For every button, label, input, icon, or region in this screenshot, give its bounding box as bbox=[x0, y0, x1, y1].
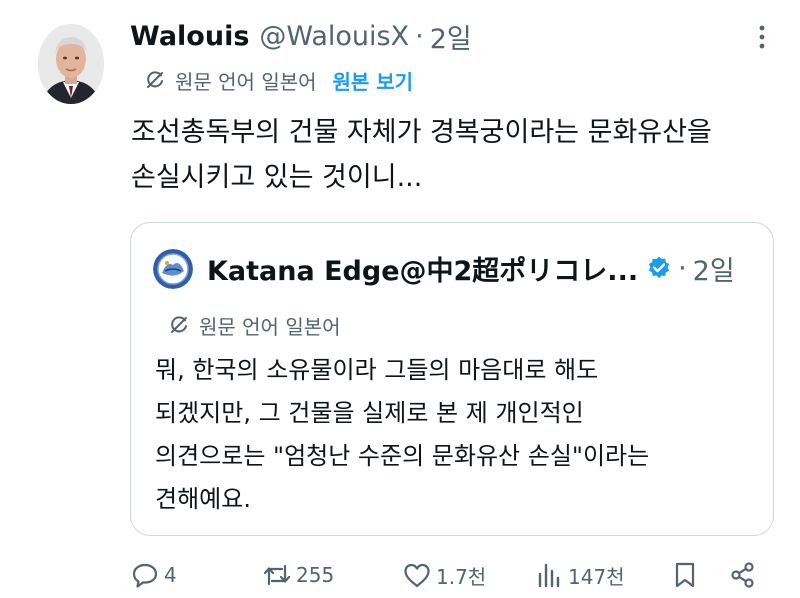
author-handle[interactable]: @WalouisX bbox=[259, 21, 409, 52]
action-bar: 4 255 1.7천 147천 bbox=[130, 556, 770, 594]
quoted-text-line: 되겠지만, 그 건물을 실제로 본 제 개인적인 bbox=[155, 399, 584, 427]
post-time[interactable]: 2일 bbox=[430, 17, 472, 56]
more-options-button[interactable] bbox=[752, 22, 772, 52]
quoted-author-avatar[interactable] bbox=[153, 249, 193, 289]
author-name[interactable]: Walouis bbox=[130, 21, 249, 52]
post-text-line: 조선총독부의 건물 자체가 경복궁이라는 문화유산을 bbox=[131, 117, 712, 148]
tweet: Walouis @WalouisX · 2일 원문 언어 일본어 원본 보기 조… bbox=[0, 0, 800, 598]
quoted-post-text: 뭐, 한국의 소유물이라 그들의 마음대로 해도 되겠지만, 그 건물을 실제로… bbox=[155, 349, 755, 521]
quoted-text-line: 의견으로는 "엄청난 수준의 문화유산 손실"이라는 bbox=[155, 442, 650, 470]
translate-icon bbox=[147, 71, 163, 88]
translation-notice: 원문 언어 일본어 원본 보기 bbox=[143, 62, 413, 98]
quoted-author-name[interactable]: Katana Edge@中2超ポリコレ... bbox=[207, 249, 638, 288]
share-icon bbox=[731, 562, 754, 588]
quoted-header: Katana Edge@中2超ポリコレ... · 2일 bbox=[207, 245, 735, 291]
share-button[interactable] bbox=[728, 556, 762, 594]
more-icon bbox=[759, 25, 765, 49]
views-icon bbox=[538, 563, 560, 588]
quoted-header-separator: · bbox=[678, 252, 687, 284]
quoted-avatar-emblem bbox=[153, 249, 193, 289]
translation-language-label: 원문 언어 일본어 bbox=[175, 69, 317, 94]
bookmark-icon bbox=[675, 562, 695, 588]
author-avatar[interactable] bbox=[38, 24, 104, 104]
reply-count: 4 bbox=[164, 563, 177, 587]
reply-button[interactable]: 4 bbox=[130, 556, 177, 594]
bookmark-button[interactable] bbox=[670, 556, 704, 594]
quoted-text-line: 뭐, 한국의 소유물이라 그들의 마음대로 해도 bbox=[155, 356, 599, 384]
post-text-line: 손실시키고 있는 것이니... bbox=[131, 162, 423, 193]
like-icon bbox=[404, 563, 430, 588]
quoted-post-time[interactable]: 2일 bbox=[693, 249, 735, 288]
repost-count: 255 bbox=[296, 563, 335, 587]
quoted-translation-language-label: 원문 언어 일본어 bbox=[199, 314, 341, 339]
views-count: 147천 bbox=[568, 564, 625, 589]
tweet-header: Walouis @WalouisX · 2일 bbox=[130, 14, 472, 58]
reply-icon bbox=[132, 563, 158, 588]
repost-button[interactable]: 255 bbox=[262, 556, 334, 594]
like-button[interactable]: 1.7천 bbox=[402, 556, 486, 594]
repost-icon bbox=[263, 564, 291, 586]
quoted-tweet[interactable]: Katana Edge@中2超ポリコレ... · 2일 원문 언어 일본어 뭐,… bbox=[130, 222, 774, 536]
like-count: 1.7천 bbox=[436, 564, 487, 589]
post-text: 조선총독부의 건물 자체가 경복궁이라는 문화유산을 손실시키고 있는 것이니.… bbox=[131, 110, 771, 200]
views-button[interactable]: 147천 bbox=[534, 556, 625, 594]
verified-badge-icon bbox=[648, 256, 670, 279]
translate-icon bbox=[171, 316, 187, 333]
header-separator: · bbox=[415, 20, 424, 52]
quoted-text-line: 견해예요. bbox=[155, 485, 251, 513]
quoted-translation-notice: 원문 언어 일본어 bbox=[167, 307, 341, 343]
avatar-portrait bbox=[38, 24, 104, 104]
view-original-link[interactable]: 원본 보기 bbox=[333, 66, 414, 95]
